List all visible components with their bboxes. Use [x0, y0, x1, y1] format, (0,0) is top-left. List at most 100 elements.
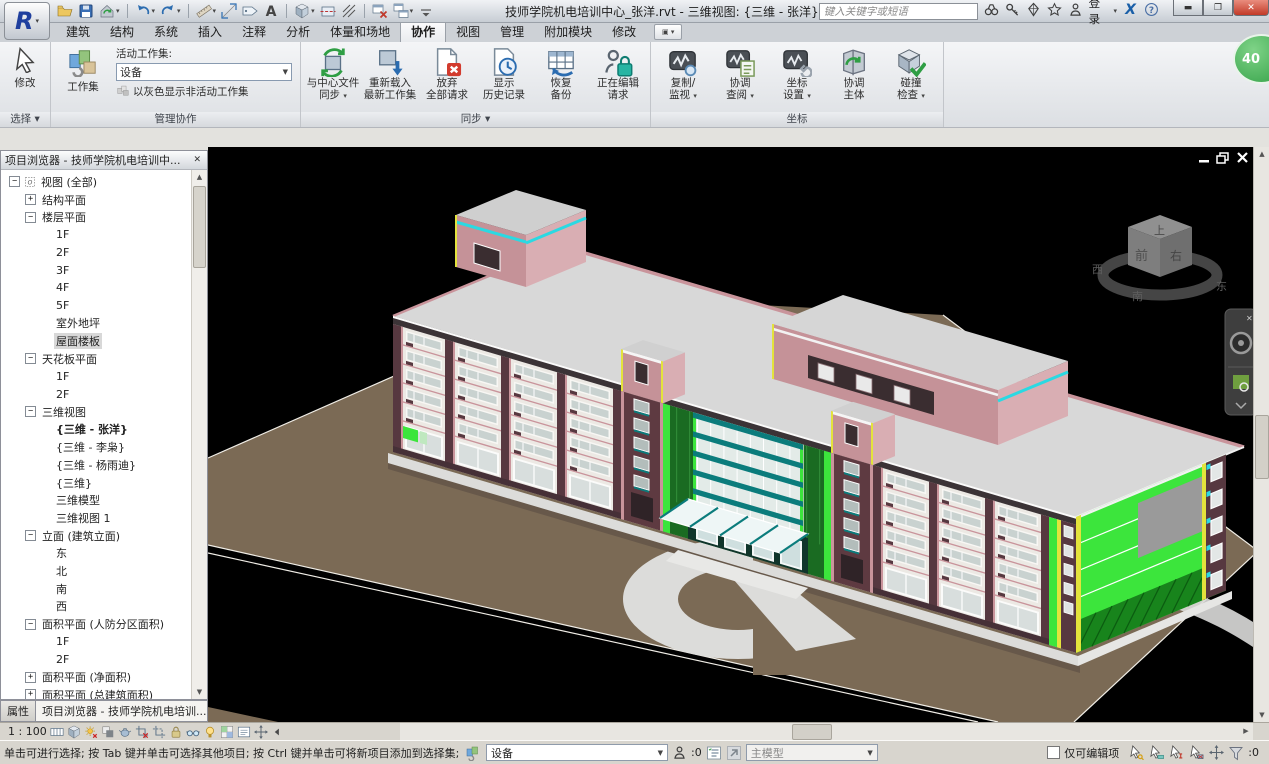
panel-label-select[interactable]: 选择 ▾ [0, 112, 50, 127]
tree-item[interactable]: 北 [1, 562, 207, 580]
scroll-right-icon[interactable]: ▶ [1239, 723, 1253, 739]
coord-button-碰撞检查[interactable]: 碰撞检查 ▾ [883, 45, 939, 112]
tree-item[interactable]: 2F [1, 244, 207, 262]
tree-item[interactable]: 2F [1, 651, 207, 669]
tree-item[interactable]: {三维 - 张洋} [1, 421, 207, 439]
displace-icon[interactable] [254, 725, 268, 739]
tempview-icon[interactable] [237, 725, 251, 739]
tree-item[interactable]: 2F [1, 385, 207, 403]
tree-item[interactable]: −面积平面 (人防分区面积) [1, 615, 207, 633]
collapse-icon[interactable]: − [25, 530, 36, 541]
tree-item[interactable]: 三维模型 [1, 491, 207, 509]
view3d-icon[interactable]: ▾ [293, 3, 316, 19]
tree-item[interactable]: 3F [1, 261, 207, 279]
editing-requests-icon[interactable] [672, 745, 687, 760]
lock3d-icon[interactable] [169, 725, 183, 739]
coord-button-复制/监视[interactable]: 复制/监视 ▾ [655, 45, 711, 112]
undo-icon[interactable]: ▾ [134, 3, 157, 19]
hide-isolate-icon[interactable] [186, 725, 200, 739]
person-icon[interactable] [1068, 2, 1083, 20]
browser-scroll-down-icon[interactable]: ▼ [192, 685, 207, 699]
reveal-icon[interactable] [203, 725, 217, 739]
workset-status-icon[interactable] [466, 745, 482, 761]
crop-view-icon[interactable] [135, 725, 149, 739]
tab-project-browser[interactable]: 项目浏览器 - 技师学院机电培训... [36, 700, 208, 722]
expand-icon[interactable]: + [25, 672, 36, 683]
drag-icon[interactable] [1209, 745, 1224, 760]
design-options-icon[interactable] [706, 745, 722, 761]
browser-close-icon[interactable]: ✕ [191, 155, 203, 165]
tree-item[interactable]: −立面 (建筑立面) [1, 527, 207, 545]
horizontal-scroll-thumb[interactable] [792, 724, 832, 740]
collapse-icon[interactable]: − [25, 406, 36, 417]
crop-region-icon[interactable] [152, 725, 166, 739]
tree-item[interactable]: 5F [1, 297, 207, 315]
minimize-button[interactable]: ▬ [1173, 0, 1203, 16]
visual-style-icon[interactable] [67, 725, 81, 739]
tree-item[interactable]: 4F [1, 279, 207, 297]
signin-dropdown-icon[interactable]: ▾ [1113, 7, 1117, 15]
browser-scroll-up-icon[interactable]: ▲ [192, 170, 207, 184]
tree-item[interactable]: {三维 - 杨雨迪} [1, 456, 207, 474]
text-icon[interactable]: A [262, 3, 280, 19]
tab-体量和场地[interactable]: 体量和场地 [320, 21, 400, 42]
tab-建筑[interactable]: 建筑 [56, 21, 100, 42]
scale-button[interactable]: 1 : 100 [8, 725, 47, 738]
scroll-up-icon[interactable]: ▲ [1254, 147, 1269, 161]
star-icon[interactable] [1047, 2, 1062, 20]
select-byface-icon[interactable] [1189, 745, 1204, 760]
tab-注释[interactable]: 注释 [232, 21, 276, 42]
horizontal-scrollbar[interactable]: ▶ [400, 722, 1253, 740]
tree-item[interactable]: −O视图 (全部) [1, 173, 207, 191]
workset-select[interactable]: 设备▼ [486, 744, 668, 761]
tree-item[interactable]: 西 [1, 598, 207, 616]
sync-button-正在编辑请求[interactable]: 正在编辑请求 [590, 45, 646, 112]
expand-icon[interactable]: + [25, 194, 36, 205]
editable-only-checkbox[interactable] [1047, 746, 1060, 759]
close-hidden-icon[interactable] [371, 3, 389, 19]
active-option-icon[interactable] [726, 745, 742, 761]
dimension-icon[interactable] [220, 3, 238, 19]
tree-item[interactable]: 1F [1, 368, 207, 386]
browser-scrollbar[interactable]: ▲ ▼ [191, 170, 207, 699]
tree-item[interactable]: {三维 - 李枭} [1, 438, 207, 456]
expand-icon[interactable]: + [25, 689, 36, 699]
communication-badge[interactable]: 40 [1233, 34, 1269, 84]
tree-item[interactable]: −三维视图 [1, 403, 207, 421]
tree-item[interactable]: −天花板平面 [1, 350, 207, 368]
active-workset-select[interactable]: 设备▼ [116, 63, 292, 81]
select-pinned-icon[interactable] [1169, 745, 1184, 760]
detail-level-icon[interactable] [50, 725, 64, 739]
tree-item[interactable]: 屋面楼板 [1, 332, 207, 350]
tree-item[interactable]: 三维视图 1 [1, 509, 207, 527]
collapse-icon[interactable]: − [25, 619, 36, 630]
key-icon[interactable] [1005, 2, 1020, 20]
panel-label-sync[interactable]: 同步 ▾ [301, 112, 650, 127]
render-icon[interactable] [118, 725, 132, 739]
sync-button-恢复备份[interactable]: 恢复备份 [533, 45, 589, 112]
save-icon[interactable] [77, 3, 95, 19]
modify-button[interactable]: 修改 [4, 45, 46, 112]
section-icon[interactable] [319, 3, 337, 19]
kite-icon[interactable] [1026, 2, 1041, 20]
worksets-button[interactable]: 工作集 [55, 45, 111, 112]
open-icon[interactable] [56, 3, 74, 19]
tree-item[interactable]: 1F [1, 226, 207, 244]
application-menu-button[interactable]: R▾ [4, 2, 50, 40]
vertical-scrollbar[interactable]: ▲ ▼ [1253, 147, 1269, 722]
help-icon[interactable]: ? [1144, 2, 1159, 20]
gray-inactive-toggle[interactable]: 以灰色显示非活动工作集 [116, 83, 292, 100]
collapse-icon[interactable]: − [9, 176, 20, 187]
sync-button-放弃全部请求[interactable]: 放弃全部请求 [419, 45, 475, 112]
coord-button-坐标设置[interactable]: 坐标设置 ▾ [769, 45, 825, 112]
sunpath-icon[interactable] [84, 725, 98, 739]
scroll-down-icon[interactable]: ▼ [1254, 708, 1269, 722]
tree-item[interactable]: 1F [1, 633, 207, 651]
exchange-icon[interactable]: X [1123, 2, 1138, 20]
tab-分析[interactable]: 分析 [276, 21, 320, 42]
binoculars-icon[interactable] [984, 2, 999, 20]
coord-button-协调主体[interactable]: 协调主体 [826, 45, 882, 112]
close-button[interactable]: ✕ [1233, 0, 1269, 16]
collapse-icon[interactable]: − [25, 212, 36, 223]
ribbon-state-toggle-icon[interactable]: ▣ ▾ [654, 24, 682, 40]
